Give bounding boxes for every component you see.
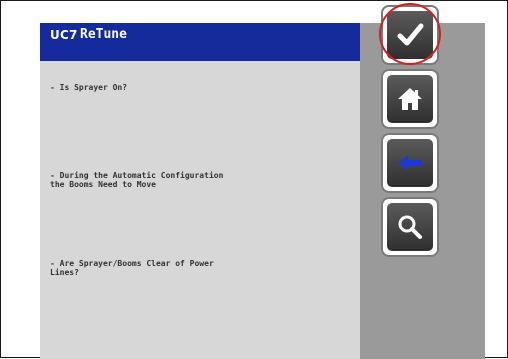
page-title: ReTune <box>80 27 127 42</box>
search-icon <box>398 215 422 239</box>
checklist-item-power-lines: - Are Sprayer/Booms Clear of Power Lines… <box>50 259 214 277</box>
search-button-face <box>387 203 433 251</box>
uc7-logo: UC7 <box>50 28 78 42</box>
display-frame: UC7 ReTune - Is Sprayer On? - During the… <box>0 0 508 359</box>
back-button[interactable] <box>381 133 439 193</box>
search-button[interactable] <box>381 197 439 257</box>
home-button-face <box>387 75 433 123</box>
checklist-item-sprayer-on: - Is Sprayer On? <box>50 83 128 92</box>
title-bar: UC7 ReTune <box>40 23 360 61</box>
back-button-face <box>387 139 433 187</box>
home-icon <box>398 88 422 110</box>
back-arrow-icon <box>398 155 422 171</box>
home-button[interactable] <box>381 69 439 129</box>
checklist-item-booms-move: - During the Automatic Configuration the… <box>50 171 224 189</box>
content-panel: UC7 ReTune - Is Sprayer On? - During the… <box>40 23 360 359</box>
confirm-button[interactable] <box>379 3 441 65</box>
highlight-ring <box>379 3 441 65</box>
